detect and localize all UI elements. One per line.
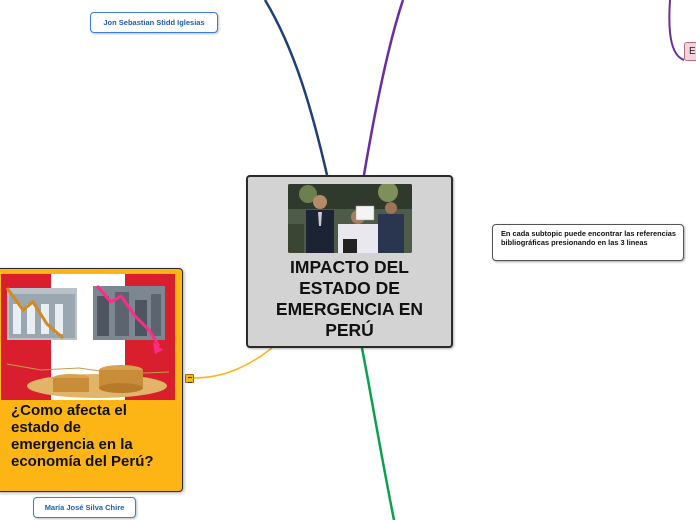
partial-topic-label: E	[689, 46, 696, 57]
info-note[interactable]: En cada subtopic puede encontrar las ref…	[492, 224, 684, 261]
central-topic[interactable]: IMPACTO DEL ESTADO DE EMERGENCIA EN PERÚ	[246, 175, 453, 348]
author-tag-bottom[interactable]: María José Silva Chire	[33, 497, 136, 518]
economy-topic-label: ¿Como afecta el estado de emergencia en …	[11, 402, 154, 470]
branch-green	[360, 347, 396, 520]
partial-topic-node[interactable]: E	[684, 42, 696, 61]
author-tag-top[interactable]: Jon Sebastian Stidd Iglesias	[90, 12, 218, 33]
economy-topic-image	[1, 274, 175, 400]
author-tag-bottom-label: María José Silva Chire	[44, 503, 125, 512]
branch-orange	[193, 347, 273, 379]
branch-navy	[263, 0, 329, 176]
economy-topic[interactable]: ¿Como afecta el estado de emergencia en …	[0, 268, 183, 492]
central-topic-image	[288, 184, 412, 253]
info-note-text: En cada subtopic puede encontrar las ref…	[501, 229, 676, 247]
central-topic-title: IMPACTO DEL ESTADO DE EMERGENCIA EN PERÚ	[275, 257, 424, 340]
branch-purple-right	[668, 0, 685, 61]
branch-purple	[362, 0, 405, 176]
notes-lines-icon[interactable]	[185, 374, 194, 383]
author-tag-top-label: Jon Sebastian Stidd Iglesias	[103, 18, 205, 27]
